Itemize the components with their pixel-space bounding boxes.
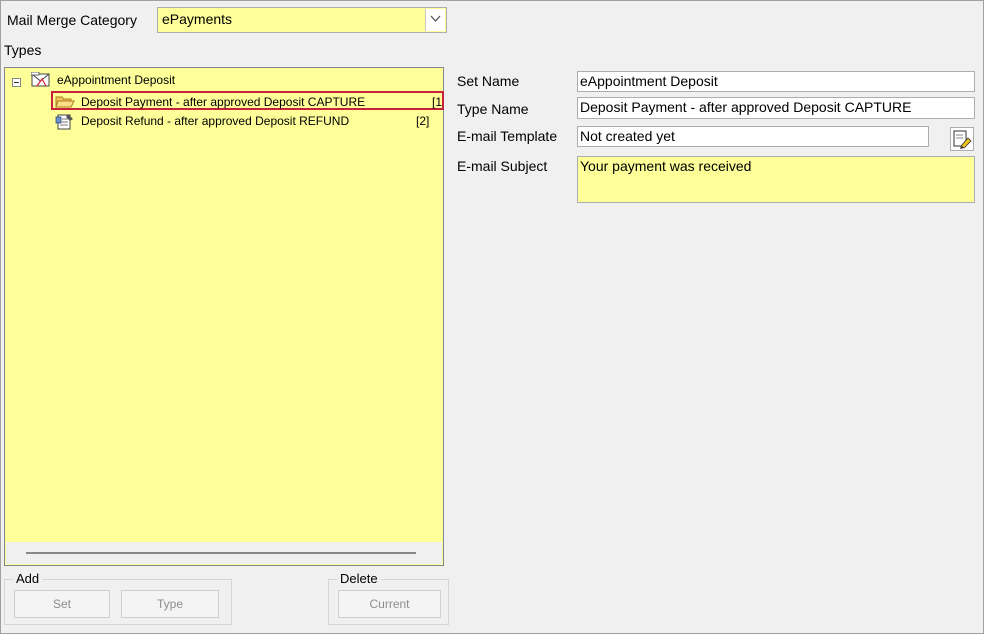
horizontal-scrollbar[interactable] (6, 542, 442, 564)
edit-template-button[interactable] (950, 127, 974, 151)
type-name-label: Type Name (457, 101, 529, 117)
email-subject-field[interactable]: Your payment was received (577, 156, 975, 203)
mail-merge-category-select[interactable]: ePayments (157, 7, 447, 33)
set-name-field[interactable]: eAppointment Deposit (577, 71, 975, 92)
delete-group: Delete Current (328, 571, 449, 625)
type-name-field[interactable]: Deposit Payment - after approved Deposit… (577, 97, 975, 119)
delete-current-button[interactable]: Current (338, 590, 441, 618)
document-edit-icon (55, 113, 75, 133)
add-group-title: Add (13, 571, 43, 586)
types-tree[interactable]: eAppointment Deposit Deposit Payment - a… (4, 67, 444, 566)
edit-template-icon (953, 130, 972, 149)
email-subject-label: E-mail Subject (457, 158, 548, 174)
collapse-icon[interactable] (12, 78, 21, 87)
set-name-label: Set Name (457, 73, 520, 89)
tree-item-count: [1 (432, 95, 443, 109)
add-type-button[interactable]: Type (121, 590, 219, 618)
envelope-set-icon (30, 71, 51, 91)
types-label: Types (4, 42, 42, 58)
email-template-field[interactable]: Not created yet (577, 126, 929, 147)
tree-item-deposit-payment[interactable]: Deposit Payment - after approved Deposit… (81, 95, 365, 109)
tree-root-item[interactable]: eAppointment Deposit (57, 73, 175, 87)
email-template-label: E-mail Template (457, 128, 558, 144)
add-set-button[interactable]: Set (14, 590, 110, 618)
delete-group-title: Delete (337, 571, 381, 586)
mail-merge-category-value: ePayments (162, 11, 233, 27)
combo-dropdown-button[interactable] (425, 9, 445, 31)
add-group: Add Set Type (4, 571, 232, 625)
tree-item-deposit-refund[interactable]: Deposit Refund - after approved Deposit … (81, 114, 349, 128)
scrollbar-thumb[interactable] (26, 552, 416, 554)
open-folder-icon (55, 94, 75, 112)
tree-item-count: [2] (416, 114, 430, 128)
chevron-down-icon (430, 15, 441, 22)
mail-merge-category-label: Mail Merge Category (7, 12, 137, 28)
